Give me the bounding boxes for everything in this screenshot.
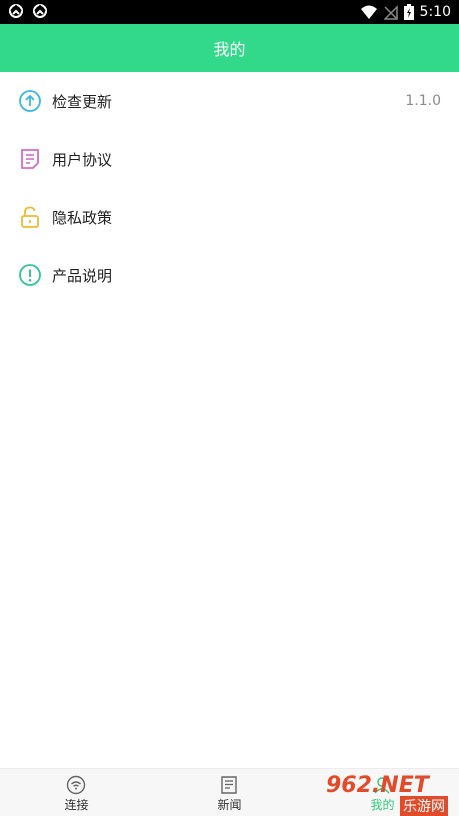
upload-circle-icon [19,90,41,112]
app-bar: 我的 [0,24,459,72]
battery-icon [403,4,414,20]
watermark-logo-text: 962.NET [326,773,429,798]
status-right-icons: 5:10 [360,3,451,21]
menu-item-privacy-policy[interactable]: 隐私政策 [0,188,459,246]
status-bar: 5:10 [0,0,459,24]
menu-item-label: 隐私政策 [52,208,113,227]
tab-label: 新闻 [217,798,242,812]
tab-label: 连接 [64,798,89,812]
info-circle-icon [19,264,41,286]
menu-item-label: 用户协议 [52,150,113,169]
menu-list: 检查更新 1.1.0 用户协议 隐私政策 产品说明 [0,72,459,304]
wifi-icon [66,775,86,795]
sync-notification-icon [33,4,47,18]
page-title: 我的 [213,40,246,59]
tab-news[interactable]: 新闻 [153,769,306,816]
status-time: 5:10 [419,4,451,20]
wifi-signal-icon [360,5,377,19]
unlock-icon [21,206,39,228]
status-left-icons [8,3,48,19]
tab-connect[interactable]: 连接 [0,769,153,816]
menu-item-label: 产品说明 [52,266,113,285]
document-icon [21,149,39,169]
menu-item-user-agreement[interactable]: 用户协议 [0,130,459,188]
sync-notification-icon [9,4,23,18]
news-icon [221,776,237,794]
watermark-sub-text: 乐游网 [400,796,448,816]
menu-item-label: 检查更新 [52,92,113,111]
version-value: 1.1.0 [405,93,441,109]
menu-item-check-update[interactable]: 检查更新 1.1.0 [0,72,459,130]
no-sim-icon [383,5,398,20]
menu-item-product-description[interactable]: 产品说明 [0,246,459,304]
